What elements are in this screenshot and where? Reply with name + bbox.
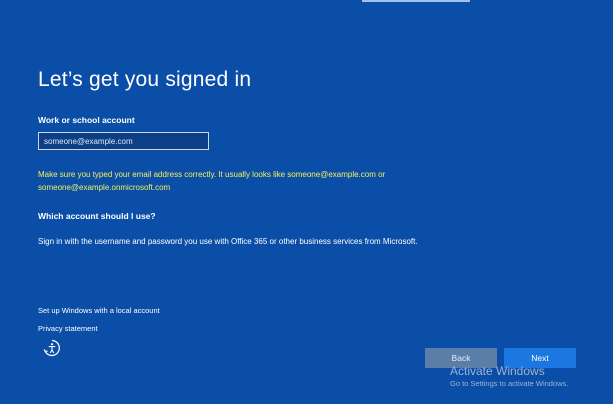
which-account-heading: Which account should I use? [38,211,156,221]
ease-of-access-icon[interactable] [42,338,62,358]
local-account-link[interactable]: Set up Windows with a local account [38,306,160,315]
page-title: Let’s get you signed in [38,68,252,91]
watermark-subtitle: Go to Settings to activate Windows. [450,379,569,388]
activation-watermark: Activate Windows Go to Settings to activ… [450,364,568,389]
progress-indicator [362,0,470,2]
which-account-description: Sign in with the username and password y… [38,237,418,246]
account-field-label: Work or school account [38,115,135,125]
email-error-message: Make sure you typed your email address c… [38,170,386,192]
email-field[interactable] [38,132,209,150]
watermark-title: Activate Windows [450,364,545,378]
privacy-statement-link[interactable]: Privacy statement [38,324,98,333]
